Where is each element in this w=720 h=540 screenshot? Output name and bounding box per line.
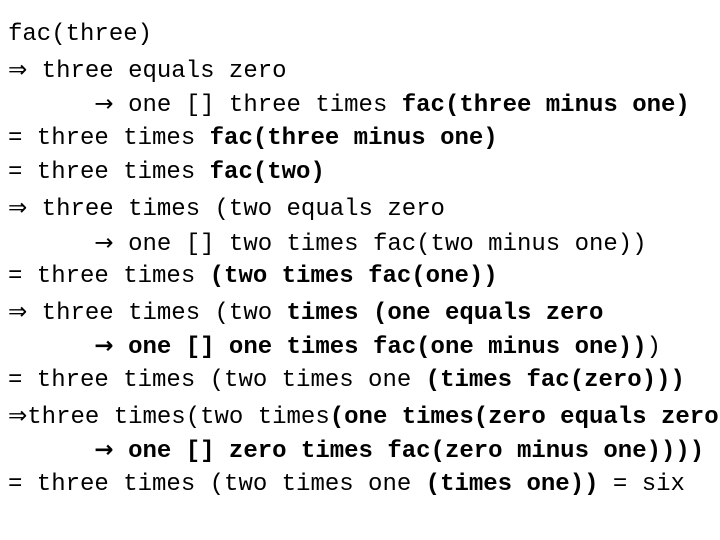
trace-segment-bold: fac(three minus one) bbox=[401, 92, 690, 120]
trace-segment-regular: = three times (two times one bbox=[8, 366, 426, 394]
trace-line: ⇒ three times (two equals zero bbox=[8, 191, 720, 226]
trace-segment-regular: three times(two times bbox=[27, 403, 330, 431]
implies-double-arrow: ⇒ bbox=[8, 194, 28, 221]
rewrites-to-arrow: → bbox=[94, 333, 114, 360]
trace-line: ⇒ three times (two times (one equals zer… bbox=[8, 295, 720, 330]
trace-segment-regular: one [] three times bbox=[113, 92, 402, 120]
trace-line: = three times fac(three minus one) bbox=[8, 122, 720, 157]
trace-line: = three times (two times one (times fac(… bbox=[8, 364, 720, 399]
rewrites-to-arrow: → bbox=[94, 229, 114, 256]
implies-double-arrow: ⇒ bbox=[8, 402, 28, 429]
trace-segment-regular: three equals zero bbox=[27, 57, 287, 85]
rewrites-to-arrow: → bbox=[94, 91, 114, 118]
trace-segment-bold: fac(three minus one) bbox=[209, 124, 498, 152]
reduction-trace-body: fac(three) ⇒ three equals zero → one [] t… bbox=[8, 18, 720, 502]
trace-segment-bold: (times fac(zero))) bbox=[425, 366, 685, 394]
trace-segment-regular: one [] two times fac(two minus one)) bbox=[113, 230, 647, 258]
trace-segment-bold: (times one)) bbox=[425, 470, 599, 498]
trace-line: ⇒three times(two times(one times(zero eq… bbox=[8, 399, 720, 434]
trace-segment-regular: three times (two bbox=[27, 299, 287, 327]
slide-canvas: fac(three) ⇒ three equals zero → one [] t… bbox=[0, 0, 720, 540]
trace-line: = three times (two times one (times one)… bbox=[8, 468, 720, 503]
trace-segment-regular: three times (two equals zero bbox=[27, 195, 445, 223]
trace-segment-bold: fac(two) bbox=[209, 159, 325, 187]
trace-line: → one [] two times fac(two minus one)) bbox=[8, 226, 720, 261]
trace-line: → one [] one times fac(one minus one))) bbox=[8, 329, 720, 364]
trace-segment-bold: (one times(zero equals zero bbox=[329, 403, 719, 431]
trace-line: fac(three) bbox=[8, 18, 720, 53]
trace-segment-regular: fac(three) bbox=[8, 21, 153, 48]
trace-segment-regular: = three times bbox=[8, 159, 210, 187]
trace-line: → one [] zero times fac(zero minus one))… bbox=[8, 433, 720, 468]
trace-line: = three times fac(two) bbox=[8, 156, 720, 191]
rewrites-to-arrow: → bbox=[94, 437, 114, 464]
trace-segment-bold: one [] zero times fac(zero minus one)))) bbox=[113, 438, 705, 466]
trace-segment-regular: = three times bbox=[8, 124, 210, 152]
trace-segment-bold: one [] one times fac(one minus one)) bbox=[113, 334, 647, 362]
trace-segment-regular: = three times bbox=[8, 263, 210, 291]
implies-double-arrow: ⇒ bbox=[8, 56, 28, 83]
trace-line: ⇒ three equals zero bbox=[8, 53, 720, 88]
trace-segment-bold: (two times fac(one)) bbox=[209, 263, 498, 291]
trace-line: → one [] three times fac(three minus one… bbox=[8, 87, 720, 122]
trace-segment-regular: = six bbox=[598, 470, 685, 498]
trace-segment-regular: ) bbox=[646, 334, 661, 362]
trace-segment-regular: = three times (two times one bbox=[8, 470, 426, 498]
trace-line: = three times (two times fac(one)) bbox=[8, 260, 720, 295]
trace-segment-bold: times (one equals zero bbox=[286, 299, 604, 327]
implies-double-arrow: ⇒ bbox=[8, 298, 28, 325]
